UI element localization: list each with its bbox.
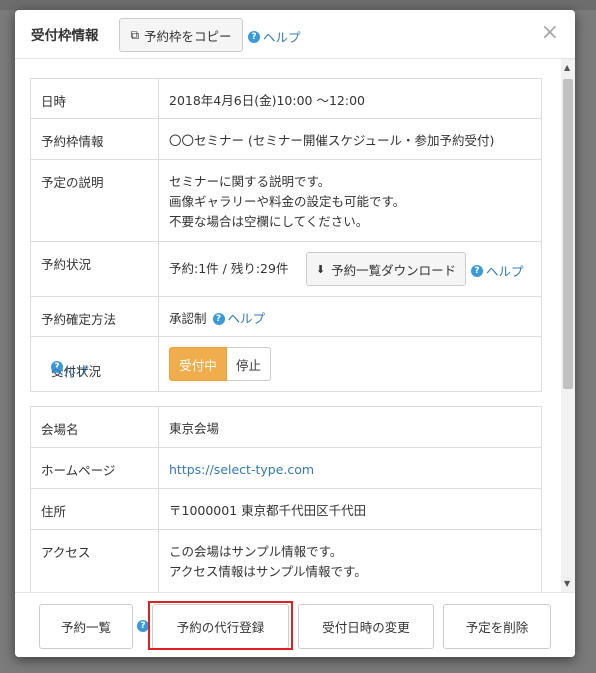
copy-slot-button[interactable]: ⧉ 予約枠をコピー — [119, 18, 243, 52]
help-icon: ? — [212, 313, 225, 325]
accepting-button[interactable]: 受付中 — [169, 347, 227, 381]
access-label: アクセス — [41, 545, 91, 560]
description-value: セミナーに関する説明です。 画像ギャラリーや料金の設定も可能です。 不要な場合は… — [169, 172, 533, 232]
acceptance-toggle: 受付中 停止 — [169, 347, 271, 381]
scroll-up-arrow-icon[interactable]: ▲ — [564, 63, 570, 72]
help-icon: ? — [471, 264, 483, 277]
dialog-body[interactable]: 日時 2018年4月6日(金)10:00 〜12:00 予約枠情報 〇〇セミナー… — [15, 59, 575, 592]
slot-info-label: 予約枠情報 — [41, 134, 104, 149]
slot-info-value: 〇〇セミナー (セミナー開催スケジュール・参加予約受付) — [169, 133, 495, 148]
address-label: 住所 — [41, 504, 67, 519]
table-row-venue-name: 会場名 東京会場 — [31, 407, 541, 448]
confirm-method-value: 承認制 — [169, 311, 207, 326]
background-header — [0, 0, 596, 10]
table-row-access: アクセス この会場はサンプル情報です。 アクセス情報はサンプル情報です。 — [31, 530, 541, 592]
confirm-method-value-wrap: 承認制 ? ヘルプ — [169, 309, 533, 329]
slot-info-dialog: 受付枠情報 ⧉ 予約枠をコピー ? ヘルプ × 日時 2018年4月6日(金)1… — [15, 10, 575, 657]
table-row-homepage: ホームページ https://select-type.com — [31, 448, 541, 489]
description-line: 画像ギャラリーや料金の設定も可能です。 — [169, 194, 406, 209]
table-row-status: 予約状況 予約:1件 / 残り:29件 ⬇ 予約一覧ダウンロード ? ヘルプ — [31, 242, 541, 297]
venue-name-label: 会場名 — [41, 422, 79, 437]
venue-name-value: 東京会場 — [169, 421, 220, 436]
dialog-footer: 予約一覧 ? 予約の代行登録 受付日時の変更 予定を削除 — [15, 592, 575, 657]
confirm-method-label: 予約確定方法 — [41, 312, 117, 327]
datetime-value: 2018年4月6日(金)10:00 〜12:00 — [169, 93, 365, 108]
scroll-down-arrow-icon[interactable]: ▼ — [564, 579, 570, 588]
table-row-description: 予定の説明 セミナーに関する説明です。 画像ギャラリーや料金の設定も可能です。 … — [31, 160, 541, 242]
datetime-label: 日時 — [41, 94, 67, 109]
confirm-method-help-link[interactable]: ? ヘルプ — [212, 309, 266, 329]
download-list-label: 予約一覧ダウンロード — [331, 262, 457, 278]
change-datetime-button[interactable]: 受付日時の変更 — [298, 604, 434, 649]
header-help-link[interactable]: ? ヘルプ — [248, 27, 301, 46]
table-row-address: 住所 〒1000001 東京都千代田区千代田 — [31, 489, 541, 530]
access-line: この会場はサンプル情報です。 — [169, 544, 343, 559]
venue-table: 会場名 東京会場 ホームページ https://select-type.com … — [30, 406, 542, 592]
homepage-link[interactable]: https://select-type.com — [169, 460, 533, 480]
help-icon: ? — [248, 30, 260, 43]
copy-icon: ⧉ — [130, 27, 140, 42]
download-list-button[interactable]: ⬇ 予約一覧ダウンロード — [306, 252, 466, 286]
status-help-link[interactable]: ? ヘルプ — [471, 261, 524, 280]
scrollbar-thumb[interactable] — [563, 79, 573, 389]
close-icon[interactable]: × — [541, 20, 559, 45]
access-value: この会場はサンプル情報です。 アクセス情報はサンプル情報です。 — [169, 542, 533, 582]
table-row-confirm-method: 予約確定方法 承認制 ? ヘルプ — [31, 297, 541, 337]
reservation-list-button[interactable]: 予約一覧 — [39, 604, 133, 649]
address-value: 〒1000001 東京都千代田区千代田 — [169, 503, 367, 518]
confirm-method-help-label: ヘルプ — [227, 311, 266, 326]
details-table: 日時 2018年4月6日(金)10:00 〜12:00 予約枠情報 〇〇セミナー… — [30, 78, 542, 392]
description-line: 不要な場合は空欄にしてください。 — [169, 214, 369, 229]
access-line: アクセス情報はサンプル情報です。 — [169, 564, 367, 579]
scrollbar[interactable]: ▲ ▼ — [561, 59, 575, 592]
table-row-acceptance: 受付状況 ? ヘルプ 受付中 停止 — [31, 337, 541, 391]
copy-slot-button-label: 予約枠をコピー — [144, 28, 232, 44]
table-row-slot-info: 予約枠情報 〇〇セミナー (セミナー開催スケジュール・参加予約受付) — [31, 119, 541, 160]
download-icon: ⬇ — [315, 262, 326, 276]
highlight-box — [148, 601, 293, 650]
table-row-datetime: 日時 2018年4月6日(金)10:00 〜12:00 — [31, 79, 541, 119]
dialog-header: 受付枠情報 ⧉ 予約枠をコピー ? ヘルプ × — [15, 10, 575, 59]
description-line: セミナーに関する説明です。 — [169, 174, 331, 189]
delete-schedule-button[interactable]: 予定を削除 — [443, 604, 551, 649]
homepage-label: ホームページ — [41, 463, 116, 478]
dialog-title: 受付枠情報 — [31, 28, 99, 44]
status-help-label: ヘルプ — [486, 264, 524, 279]
acceptance-help-label: ヘルプ — [51, 364, 89, 379]
status-label: 予約状況 — [41, 257, 92, 272]
stop-button[interactable]: 停止 — [227, 347, 271, 381]
header-help-label: ヘルプ — [263, 30, 301, 45]
description-label: 予定の説明 — [41, 175, 104, 190]
